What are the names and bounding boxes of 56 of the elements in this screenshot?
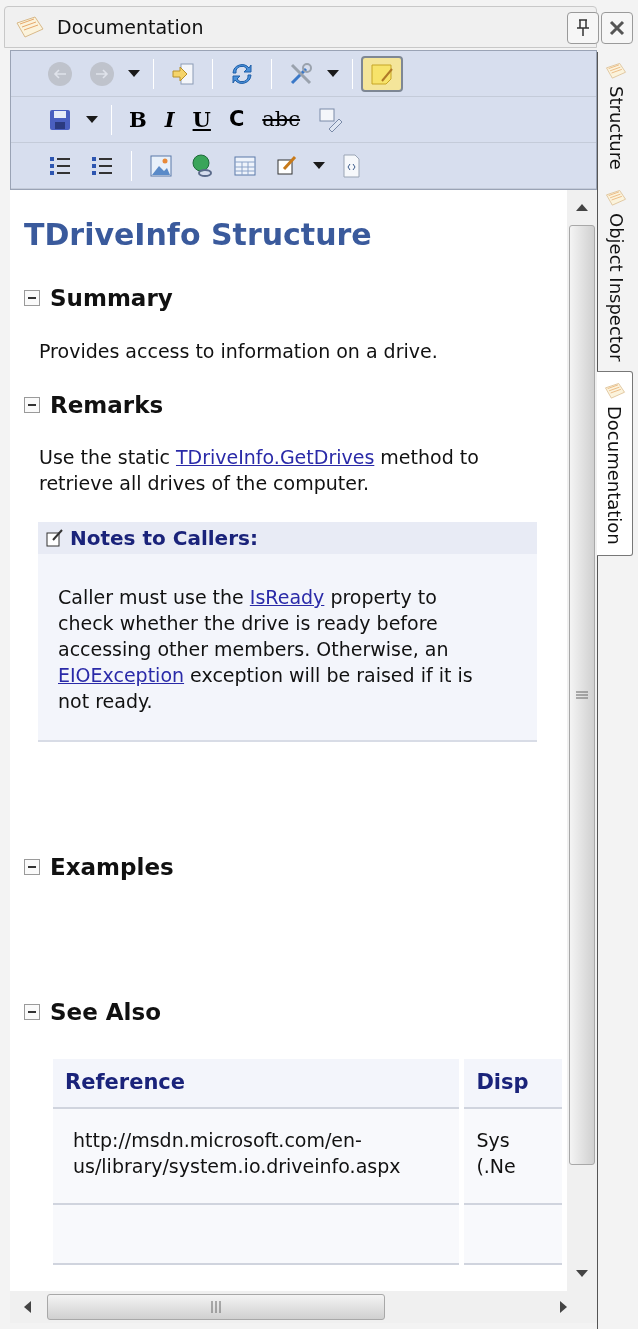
column-header: Disp [464, 1059, 562, 1109]
scroll-up-icon[interactable] [576, 204, 588, 211]
tab-icon [605, 62, 627, 80]
strike-button[interactable]: abc [253, 101, 310, 138]
side-tab[interactable]: Structure [598, 52, 634, 180]
document-title: TDriveInfo Structure [24, 216, 373, 254]
link[interactable]: IsReady [249, 586, 325, 608]
column-header: Reference [53, 1059, 460, 1109]
note-text: Caller must use the IsReady property to check whether the drive is ready before accessing other members. Otherwise, an EIOException exception will be raised if it is not ready. [58, 585, 474, 714]
scroll-left-icon[interactable] [24, 1301, 31, 1313]
bold-button[interactable]: B [120, 101, 156, 138]
section-heading: Summary [50, 284, 173, 313]
scroll-thumb[interactable] [569, 225, 595, 1165]
table-cell: Sys (.Ne [464, 1109, 562, 1205]
image-icon [148, 152, 174, 179]
wrench-screwdriver-icon [288, 60, 314, 87]
vertical-scrollbar[interactable] [567, 190, 597, 1291]
scroll-down-icon[interactable] [576, 1270, 588, 1277]
collapse-icon[interactable] [24, 396, 40, 413]
grip-icon [576, 691, 588, 699]
link[interactable]: TDriveInfo.GetDrives [175, 446, 375, 468]
collapse-icon[interactable] [24, 859, 40, 876]
side-tab[interactable]: Object Inspector [598, 179, 634, 372]
paragraph: Use the static TDriveInfo.GetDrives method to retrieve all drives of the computer. [39, 445, 480, 496]
link[interactable]: EIOException [58, 664, 185, 686]
scroll-thumb[interactable] [47, 1294, 385, 1320]
paragraph: Provides access to information on a drive. [39, 338, 439, 364]
note-title: Notes to Callers: [70, 525, 258, 552]
note-button[interactable] [361, 55, 403, 92]
caret-icon [86, 116, 98, 123]
caret-icon [327, 70, 339, 77]
collapse-icon[interactable] [24, 290, 40, 307]
side-tab[interactable]: Documentation [597, 371, 633, 556]
underline-button[interactable]: U [183, 101, 220, 138]
edit-icon [46, 529, 64, 547]
spell-check-icon [317, 106, 344, 133]
scroll-right-icon[interactable] [560, 1301, 567, 1313]
italic-button[interactable]: I [155, 101, 184, 138]
code-button[interactable]: C [219, 101, 254, 138]
notepad-icon [15, 15, 45, 39]
collapse-icon[interactable] [24, 1003, 40, 1020]
import-icon [170, 60, 196, 87]
section-heading: See Also [50, 997, 161, 1027]
tab-icon [603, 382, 626, 400]
caret-icon [128, 70, 140, 77]
section-heading: Remarks [50, 390, 164, 420]
close-icon [609, 20, 625, 36]
panel-title: Documentation [57, 14, 204, 40]
close-button[interactable] [601, 12, 633, 44]
pin-icon [576, 19, 590, 37]
caret-icon [313, 162, 325, 169]
pin-button[interactable] [567, 12, 599, 44]
tab-icon [605, 189, 627, 207]
grip-icon [211, 1301, 221, 1313]
table-cell: http://msdn.microsoft.com/en-us/library/system.io.driveinfo.aspx [53, 1109, 460, 1205]
section-heading: Examples [50, 853, 174, 882]
